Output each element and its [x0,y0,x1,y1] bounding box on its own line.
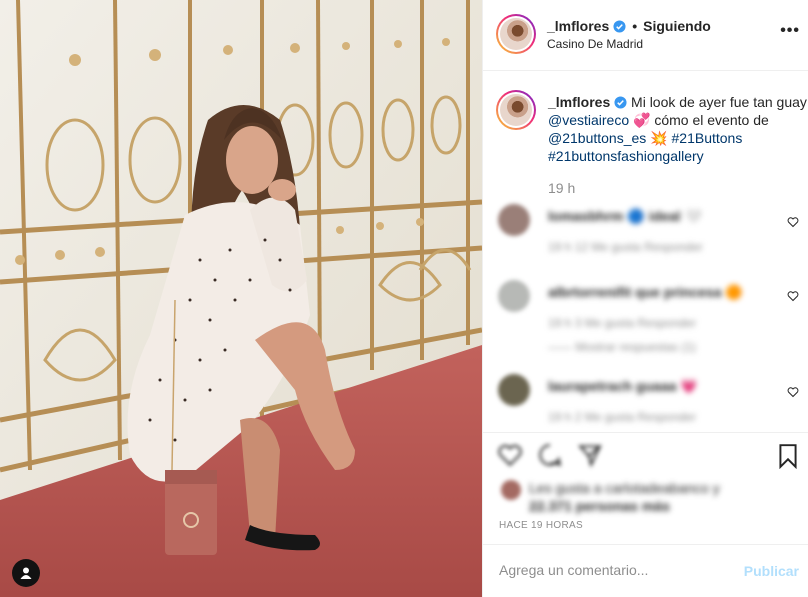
caption-text: _lmflores Mi look de ayer fue tan guay @… [548,93,808,165]
author-line: _lmflores • Siguiendo [547,18,711,34]
emoji-hearts: 💞 [633,112,651,128]
post-action-bar [483,432,808,476]
hashtag-21buttons[interactable]: #21Buttons [672,130,743,146]
comment-text: laurapetrach guaaa 💗 [548,378,698,394]
likes-line-2: 22.371 personas más [529,498,670,514]
comment-meta: 19 h 2 Me gusta Responder [548,410,697,424]
share-icon[interactable] [577,442,603,468]
verified-badge-icon [614,96,627,109]
likes-summary[interactable]: Les gusta a carlotadeabanco y 22.371 per… [499,478,799,514]
comment-text: albrtorrenifit que princesa 🟠 [548,284,743,300]
publish-button[interactable]: Publicar [744,563,799,579]
commenter-avatar[interactable] [498,374,530,406]
post-photo[interactable] [0,0,482,597]
post-timestamp[interactable]: HACE 19 HORAS [499,520,583,531]
author-username[interactable]: _lmflores [547,18,609,34]
caption-username[interactable]: _lmflores [548,94,610,110]
post-side-panel: _lmflores • Siguiendo Casino De Madrid •… [482,0,808,597]
like-comment-heart-icon[interactable] [787,386,799,398]
comment-text: lomasbhrm 🔵 ideal 🤍 [548,208,702,224]
caption-time[interactable]: 19 h [548,180,575,196]
comment-bubble-icon[interactable] [537,442,563,468]
comment-meta: 19 h 3 Me gusta Responder [548,316,697,330]
commenter-avatar[interactable] [498,204,530,236]
caption-sentence-1: Mi look de ayer fue tan guay [631,94,807,110]
tagged-user-button[interactable] [12,559,40,587]
add-comment-bar: Publicar [483,544,808,597]
more-options-icon[interactable]: ••• [780,22,800,40]
view-replies[interactable]: —— Mostrar respuestas (1) [548,340,696,354]
follow-status-button[interactable]: Siguiendo [643,18,711,34]
like-heart-icon[interactable] [497,442,523,468]
like-comment-heart-icon[interactable] [787,216,799,228]
separator-dot: • [632,18,638,34]
comment-input[interactable] [499,562,729,578]
likes-line-1: Les gusta a carlotadeabanco y [529,480,720,496]
person-icon [20,567,32,579]
verified-badge-icon [613,19,626,33]
commenter-avatar[interactable] [498,280,530,312]
author-avatar[interactable] [496,14,536,54]
caption-author-avatar[interactable] [496,90,536,130]
like-comment-heart-icon[interactable] [787,290,799,302]
photo-illustration [0,0,482,597]
comment-meta: 19 h 12 Me gusta Responder [548,240,703,254]
liker-avatar [501,480,521,500]
emoji-collision: 💥 [650,130,668,146]
hashtag-21buttonsfashiongallery[interactable]: #21buttonsfashiongallery [548,148,704,164]
post-header: _lmflores • Siguiendo Casino De Madrid •… [483,0,808,71]
post-location[interactable]: Casino De Madrid [547,37,643,51]
caption-sentence-2: cómo el evento de [654,112,769,128]
mention-vestiaireco[interactable]: @vestiaireco [548,112,629,128]
save-bookmark-icon[interactable] [775,443,801,469]
mention-21buttons-es[interactable]: @21buttons_es [548,130,646,146]
